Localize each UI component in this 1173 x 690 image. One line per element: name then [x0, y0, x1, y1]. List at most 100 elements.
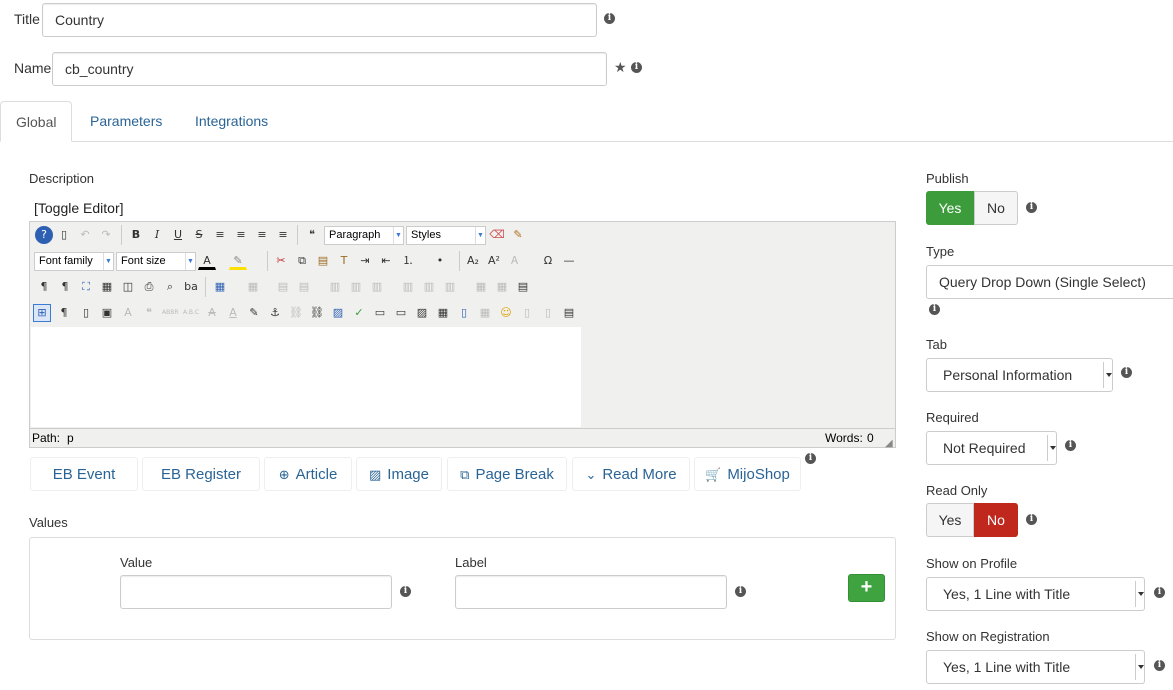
cut-icon[interactable]: ✂ — [272, 252, 290, 270]
merge-cells-icon[interactable]: ▦ — [493, 278, 511, 296]
underline-icon[interactable]: U — [169, 226, 187, 244]
redo-icon[interactable]: ↷ — [97, 226, 115, 244]
layer-insert-icon[interactable]: ▯ — [539, 304, 557, 322]
undo-icon[interactable]: ↶ — [76, 226, 94, 244]
show-on-registration-select[interactable]: Yes, 1 Line with Title — [926, 650, 1145, 684]
insert-image-icon[interactable]: ▨ — [413, 304, 431, 322]
publish-no-button[interactable]: No — [974, 191, 1018, 225]
mijoshop-button[interactable]: 🛒 MijoShop — [694, 457, 801, 491]
page-break-button[interactable]: ⧉ Page Break — [447, 457, 567, 491]
unlink-icon[interactable]: ⛓ — [287, 304, 305, 322]
cell-props-icon[interactable]: ▤ — [295, 278, 313, 296]
eb-register-button[interactable]: EB Register — [142, 457, 260, 491]
name-input[interactable]: cb_country — [52, 52, 607, 86]
del-icon[interactable]: A — [203, 304, 221, 322]
text-color-icon[interactable]: A — [198, 252, 216, 270]
title-input[interactable]: Country — [42, 3, 597, 37]
delete-row-icon[interactable]: ▥ — [368, 278, 386, 296]
link-icon[interactable]: ⛓ — [308, 304, 326, 322]
show-on-profile-select[interactable]: Yes, 1 Line with Title — [926, 577, 1145, 611]
align-justify-icon[interactable]: ≡ — [211, 226, 229, 244]
font-family-select[interactable]: Font family ▼ — [34, 252, 114, 271]
value-input[interactable] — [120, 575, 392, 609]
image-insert-icon[interactable]: ▨ — [329, 304, 347, 322]
blockquote-icon[interactable]: ❝ — [303, 226, 321, 244]
help-icon[interactable]: ? — [35, 226, 53, 244]
font-size-select[interactable]: Font size ▼ — [116, 252, 196, 271]
iframe-icon[interactable]: ▭ — [392, 304, 410, 322]
rtl-icon[interactable]: ¶ — [56, 278, 74, 296]
horizontal-rule-icon[interactable]: — — [560, 252, 578, 270]
align-left-icon[interactable]: ≡ — [253, 226, 271, 244]
info-icon[interactable]: i — [1065, 440, 1076, 451]
layer-icon[interactable]: ▤ — [514, 278, 532, 296]
hr-icon[interactable]: ▭ — [371, 304, 389, 322]
read-only-yes-button[interactable]: Yes — [926, 503, 974, 537]
acronym-icon[interactable]: A.B.C — [182, 304, 200, 322]
read-only-no-button[interactable]: No — [974, 503, 1018, 537]
info-icon[interactable]: i — [735, 586, 746, 597]
bold-icon[interactable]: B — [127, 226, 145, 244]
omega-icon[interactable]: Ω — [539, 252, 557, 270]
new-document-icon[interactable]: ▯ — [55, 226, 73, 244]
subscript-icon[interactable]: A₂ — [464, 252, 482, 270]
tab-integrations[interactable]: Integrations — [180, 101, 283, 142]
replace-icon[interactable]: ba — [182, 278, 200, 296]
publish-yes-button[interactable]: Yes — [926, 191, 974, 225]
media-icon[interactable]: ▦ — [434, 304, 452, 322]
row-after-icon[interactable]: ▥ — [347, 278, 365, 296]
info-icon[interactable]: i — [929, 304, 940, 315]
eraser-icon[interactable]: ⌫ — [488, 226, 506, 244]
type-select[interactable]: Query Drop Down (Single Select) — [926, 265, 1173, 299]
numbered-list-icon[interactable]: ⒈ — [399, 252, 417, 270]
align-right-icon[interactable]: ≡ — [274, 226, 292, 244]
abbr-icon[interactable]: ABBR — [161, 304, 179, 322]
editor-content-area[interactable] — [31, 327, 581, 427]
anchor-icon[interactable]: ⚓ — [266, 304, 284, 322]
info-icon[interactable]: i — [631, 62, 642, 73]
preview-icon[interactable]: ◫ — [119, 278, 137, 296]
insert-page-icon[interactable]: ▯ — [455, 304, 473, 322]
indent-icon[interactable]: ⇥ — [356, 252, 374, 270]
label-input[interactable] — [455, 575, 727, 609]
strikethrough-icon[interactable]: S — [190, 226, 208, 244]
delete-col-icon[interactable]: ▥ — [441, 278, 459, 296]
insert-box-icon[interactable]: ▣ — [98, 304, 116, 322]
ins-icon[interactable]: A — [224, 304, 242, 322]
print-icon[interactable]: ⎙ — [140, 278, 158, 296]
spellcheck-icon[interactable]: ✓ — [350, 304, 368, 322]
copy-icon[interactable]: ⧉ — [293, 252, 311, 270]
toggle-editor-link[interactable]: [Toggle Editor] — [34, 200, 124, 216]
align-center-icon[interactable]: ≡ — [232, 226, 250, 244]
styleprops-icon[interactable]: A — [119, 304, 137, 322]
paste-icon[interactable]: ▤ — [314, 252, 332, 270]
insert-file-icon[interactable]: ▯ — [77, 304, 95, 322]
article-button[interactable]: ⊕ Article — [264, 457, 352, 491]
nonbreaking-icon[interactable]: ▤ — [560, 304, 578, 322]
tab-parameters[interactable]: Parameters — [75, 101, 177, 142]
superscript-icon[interactable]: A² — [485, 252, 503, 270]
styles-select[interactable]: Styles ▼ — [406, 226, 486, 245]
table-props-icon[interactable]: ▦ — [244, 278, 262, 296]
required-select[interactable]: Not Required — [926, 431, 1057, 465]
col-after-icon[interactable]: ▥ — [420, 278, 438, 296]
col-before-icon[interactable]: ▥ — [399, 278, 417, 296]
paste-text-icon[interactable]: T — [335, 252, 353, 270]
bullet-list-icon[interactable]: • — [431, 252, 449, 270]
tab-select[interactable]: Personal Information — [926, 358, 1113, 392]
split-cells-icon[interactable]: ▦ — [472, 278, 490, 296]
show-blocks-icon[interactable]: ¶ — [55, 304, 73, 322]
emoticon-icon[interactable]: ☺ — [497, 304, 515, 322]
attributes-icon[interactable]: ✎ — [245, 304, 263, 322]
italic-icon[interactable]: I — [148, 226, 166, 244]
cleanup-brush-icon[interactable]: ✎ — [509, 226, 527, 244]
read-more-button[interactable]: ⌄ Read More — [572, 457, 690, 491]
flag-icon[interactable]: ▯ — [518, 304, 536, 322]
charmap-disabled-icon[interactable]: Ꭺ — [506, 252, 524, 270]
row-props-icon[interactable]: ▤ — [274, 278, 292, 296]
format-select[interactable]: Paragraph ▼ — [324, 226, 404, 245]
visual-aid-icon[interactable]: ⊞ — [33, 304, 51, 322]
page-layout-icon[interactable]: ▦ — [476, 304, 494, 322]
cite-icon[interactable]: ❝ — [140, 304, 158, 322]
template-icon[interactable]: ▦ — [98, 278, 116, 296]
